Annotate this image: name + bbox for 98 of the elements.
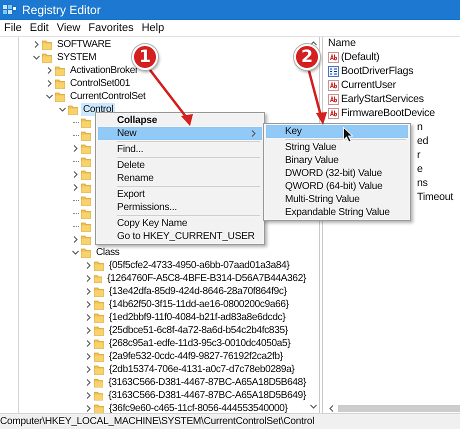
folder-icon xyxy=(81,247,91,258)
folder-icon xyxy=(94,273,102,284)
value-name[interactable]: EarlyStartServices xyxy=(341,93,424,106)
value-name[interactable]: Timeout xyxy=(417,191,454,204)
menu-item[interactable]: View xyxy=(52,22,84,34)
chevron-right-icon xyxy=(249,129,258,138)
menu-item[interactable]: Expandable String Value xyxy=(266,206,408,219)
value-name[interactable]: ed xyxy=(417,135,428,148)
tree-item[interactable]: CurrentControlSet xyxy=(68,90,148,104)
tree-item[interactable]: {25dbce51-6c8f-4a72-8a6d-b54c2b4fc835} xyxy=(107,324,290,338)
tree-item[interactable]: {3163C566-D381-4467-87BC-A65A18D5B648} xyxy=(106,376,308,390)
folder-icon xyxy=(81,208,91,220)
menu-item[interactable]: File xyxy=(0,22,26,34)
folder-icon xyxy=(81,169,91,180)
menu-item[interactable]: Go to HKEY_CURRENT_USER xyxy=(98,230,262,243)
tree-item[interactable]: Class xyxy=(94,246,122,260)
folder-icon xyxy=(42,39,52,50)
chevron-right-icon xyxy=(32,40,41,50)
status-path: Computer\HKEY_LOCAL_MACHINE\SYSTEM\CurrentControlSet\Control xyxy=(0,416,314,428)
tree-item[interactable]: {268c95a1-edfe-11d3-95c3-0010dc4050a5} xyxy=(107,337,292,350)
folder-icon xyxy=(42,52,52,64)
chevron-down-icon xyxy=(32,53,41,62)
menu-item[interactable]: Favorites xyxy=(84,22,138,34)
string-value-icon xyxy=(328,94,339,105)
registry-icon xyxy=(3,4,16,16)
folder-icon xyxy=(81,234,91,246)
folder-icon xyxy=(94,351,104,362)
folder-icon xyxy=(94,286,104,298)
tree-item[interactable]: {36fc9e60-c465-11cf-8056-444553540000} xyxy=(107,402,290,414)
chevron-down-icon xyxy=(309,402,318,412)
string-value-icon xyxy=(328,108,339,119)
tree-item[interactable]: SYSTEM xyxy=(55,51,98,64)
binary-value-icon xyxy=(328,66,339,77)
chevron-down-icon xyxy=(71,248,80,258)
folder-icon xyxy=(55,91,65,102)
tree-item[interactable]: {1ed2bbf9-11f0-4084-b21f-ad83a8e6dcdc} xyxy=(107,311,288,324)
string-value-icon xyxy=(328,52,339,63)
value-name[interactable]: ns xyxy=(417,177,428,190)
folder-icon xyxy=(81,182,91,194)
folder-icon xyxy=(81,221,91,232)
folder-icon xyxy=(55,65,65,76)
menu-item[interactable]: DWORD (32-bit) Value xyxy=(266,167,408,180)
value-name[interactable]: e xyxy=(417,163,423,176)
menu-item[interactable]: New xyxy=(98,127,262,140)
menu-item[interactable]: Delete xyxy=(98,159,262,172)
folder-icon xyxy=(94,325,104,336)
menu-item[interactable]: Key xyxy=(266,125,408,138)
folder-icon xyxy=(94,260,104,272)
folder-icon xyxy=(94,403,104,414)
value-name[interactable]: BootDriverFlags xyxy=(341,65,414,78)
mouse-cursor-icon xyxy=(343,127,353,143)
menu-item[interactable]: Permissions... xyxy=(98,201,262,214)
tree-item[interactable]: {3163C566-D381-4467-87BC-A65A18D5B649} xyxy=(106,389,308,402)
folder-icon xyxy=(94,390,104,402)
tree-item[interactable]: {13e42dfa-85d9-424d-8646-28a70f864f9c} xyxy=(107,285,289,298)
menu-item[interactable]: Export xyxy=(98,188,262,201)
folder-icon xyxy=(68,104,78,116)
menu-item[interactable]: Edit xyxy=(26,22,53,34)
value-name[interactable]: r xyxy=(417,149,420,162)
value-name[interactable]: CurrentUser xyxy=(341,79,396,92)
folder-icon xyxy=(94,299,104,310)
folder-icon xyxy=(81,143,91,154)
menu-item[interactable]: Find... xyxy=(98,143,262,156)
folder-icon xyxy=(94,338,104,350)
folder-icon xyxy=(94,364,104,376)
value-name[interactable]: FirmwareBootDevice xyxy=(341,107,435,120)
menu-item[interactable]: Multi-String Value xyxy=(266,193,408,206)
folder-icon xyxy=(81,117,91,128)
tree-item[interactable]: {1264760F-A5C8-4BFE-B314-D56A7B44A362} xyxy=(105,272,308,286)
value-name[interactable]: n xyxy=(417,121,423,134)
menu-item[interactable]: String Value xyxy=(266,141,408,154)
folder-icon xyxy=(55,78,65,90)
tree-item[interactable]: {05f5cfe2-4733-4950-a6bb-07aad01a3a84} xyxy=(107,259,292,272)
tree-item[interactable]: ActivationBroker xyxy=(68,64,140,78)
window-title: Registry Editor xyxy=(22,2,101,17)
menu-item[interactable]: Rename xyxy=(98,172,262,185)
column-header[interactable]: Name xyxy=(323,37,460,50)
chevron-left-icon xyxy=(327,404,336,414)
menu-item[interactable]: Copy Key Name xyxy=(98,217,262,230)
arrow xyxy=(308,70,327,125)
folder-icon xyxy=(81,130,91,142)
folder-icon xyxy=(81,156,91,168)
chevron-right-icon xyxy=(71,144,80,154)
menu-item[interactable]: Collapse xyxy=(98,114,262,127)
tree-item[interactable]: {2a9fe532-0cdc-44f9-9827-76192f2ca2fb} xyxy=(107,350,285,364)
menu-item[interactable]: Binary Value xyxy=(266,154,408,167)
folder-icon xyxy=(81,195,91,206)
value-name[interactable]: (Default) xyxy=(341,51,380,64)
tree-item[interactable]: SOFTWARE xyxy=(55,38,113,52)
folder-icon xyxy=(94,377,104,388)
tree-item[interactable]: {14b62f50-3f15-11dd-ae16-0800200c9a66} xyxy=(107,298,291,312)
tree-item[interactable]: ControlSet001 xyxy=(68,77,132,90)
string-value-icon xyxy=(328,80,339,91)
menu-item[interactable]: QWORD (64-bit) Value xyxy=(266,180,408,193)
folder-icon xyxy=(94,312,104,324)
menu-item[interactable]: Help xyxy=(138,22,168,34)
tree-item[interactable]: {2db15374-706e-4131-a0c7-d7c78eb0289a} xyxy=(107,363,296,376)
chevron-right-icon xyxy=(71,235,80,244)
